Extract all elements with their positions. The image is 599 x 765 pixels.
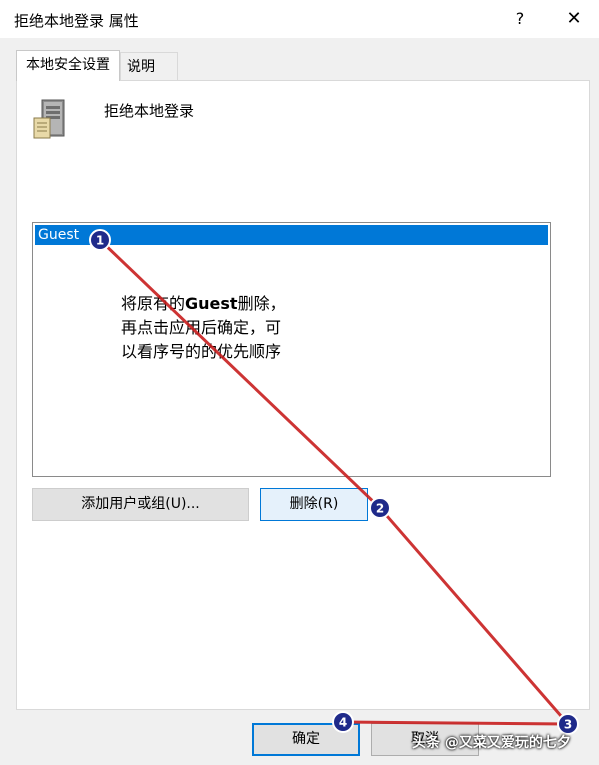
server-icon (32, 98, 72, 140)
policy-name: 拒绝本地登录 (104, 102, 195, 120)
tab-local-security-setting[interactable]: 本地安全设置 (16, 50, 120, 81)
help-button[interactable]: ? (500, 4, 540, 34)
annotation-line1-prefix: 将原有的 (121, 294, 186, 313)
ok-button[interactable]: 确定 (252, 723, 360, 756)
annotation-line1-suffix: 删除， (237, 294, 286, 313)
annotation-line1-bold: Guest (185, 294, 238, 313)
close-button[interactable]: ✕ (552, 4, 596, 34)
remove-button[interactable]: 删除(R) (260, 488, 368, 521)
tab-explain[interactable]: 说明 (120, 52, 178, 80)
annotation-line2: 再点击应用后确定，可 (121, 318, 282, 337)
watermark: 头条 @又菜又爱玩的七夕 (412, 735, 571, 751)
window-title: 拒绝本地登录 属性 (14, 12, 139, 30)
annotation-line3: 以看序号的的优先顺序 (121, 342, 282, 361)
list-item[interactable]: Guest (35, 225, 548, 245)
title-bar: 拒绝本地登录 属性 ? ✕ (0, 0, 599, 38)
annotation-text: 将原有的Guest删除， 再点击应用后确定，可 以看序号的的优先顺序 (121, 292, 361, 364)
add-user-or-group-button[interactable]: 添加用户或组(U)... (32, 488, 249, 521)
